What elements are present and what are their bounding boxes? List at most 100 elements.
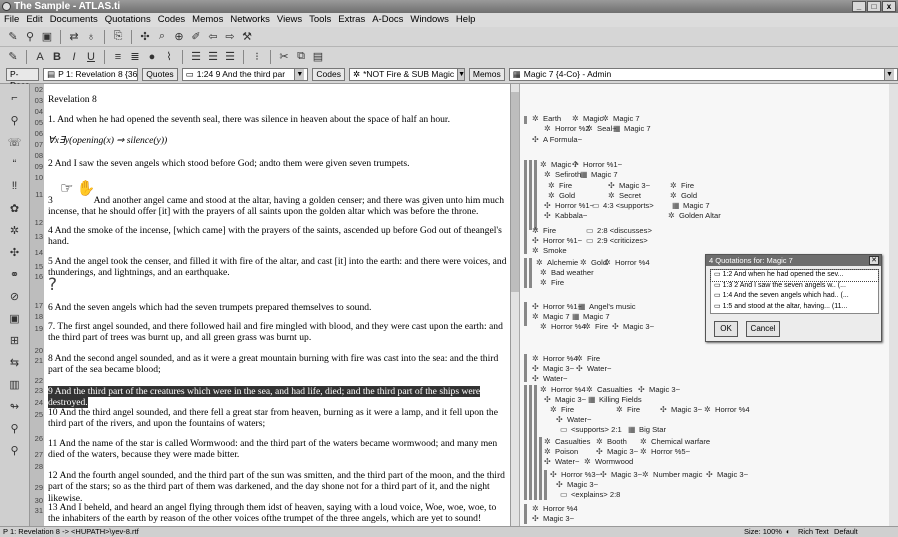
quotation-item[interactable]: ▭ 1:4 And the seven angels which had.. (…	[711, 291, 878, 302]
code-casualties[interactable]: ✲ Casualties	[586, 385, 632, 394]
code-bad-weather[interactable]: ✲ Bad weather	[540, 268, 594, 277]
minimize-button[interactable]: _	[852, 1, 866, 12]
assign-icon[interactable]: ⇄	[67, 30, 81, 44]
code-horror-4[interactable]: ✲ Horror %4	[604, 258, 650, 267]
link-supports-b[interactable]: ▭ <supports> 2:1	[560, 425, 622, 434]
cancel-button[interactable]: Cancel	[746, 321, 780, 337]
quotes-button[interactable]: Quotes	[142, 68, 178, 81]
zoom-icon[interactable]: ◐	[786, 527, 791, 537]
verse-6[interactable]: 6 And the seven angels which had the sev…	[48, 302, 510, 313]
code-chemical-warfare[interactable]: ✲ Chemical warfare	[640, 437, 710, 446]
code-magic-7c[interactable]: ✲ Magic 7	[532, 312, 570, 321]
paste-icon[interactable]: ▤	[311, 50, 325, 64]
outdent-icon[interactable]: ≣	[128, 50, 142, 64]
align-center-icon[interactable]: ☰	[206, 50, 220, 64]
code-horror-4d[interactable]: ✲ Horror %4	[540, 385, 586, 394]
quotation-item[interactable]: ▭ 1:3 2 And I saw the seven angels w.. (…	[711, 281, 878, 292]
menu-memos[interactable]: Memos	[192, 13, 223, 27]
code-water-d[interactable]: ✣ Water~	[544, 457, 579, 466]
code-water[interactable]: ✣ Water~	[576, 364, 611, 373]
document-scrollbar[interactable]	[510, 84, 519, 526]
code-alchemie[interactable]: ✲ Alchemie	[536, 258, 578, 267]
code-horror-1d[interactable]: ✣ Horror %1~	[532, 302, 582, 311]
import-icon[interactable]: ⎘	[111, 30, 125, 44]
scroll-thumb[interactable]	[511, 92, 519, 292]
link-explains[interactable]: ▭ <explains> 2:8	[560, 490, 620, 499]
cut-icon[interactable]: ✂	[277, 50, 291, 64]
memo-angels-music[interactable]: ▦ Angel's music	[578, 302, 636, 311]
memo-killing-fields[interactable]: ▦ Killing Fields	[588, 395, 642, 404]
code-booth[interactable]: ✲ Booth	[596, 437, 627, 446]
code-dropdown[interactable]: ✲ *NOT Fire & SUB Magic ▼	[348, 68, 465, 81]
open-icon[interactable]: ⚲	[23, 30, 37, 44]
link-icon[interactable]: ⚭	[7, 266, 23, 282]
verse-7[interactable]: 7. The first angel sounded, and there fo…	[48, 321, 510, 344]
verse-1[interactable]: 1. And when he had opened the seventh se…	[48, 114, 510, 125]
verse-11[interactable]: 11 And the name of the star is called Wo…	[48, 438, 510, 461]
globe-icon[interactable]: ⊕	[172, 30, 186, 44]
code-horror-1b[interactable]: ✣ Horror %1~	[544, 201, 594, 210]
code-horror-4e[interactable]: ✲ Horror %4	[704, 405, 750, 414]
quotation-item[interactable]: ▭ 1:5 and stood at the altar, having... …	[711, 302, 878, 313]
comment-icon[interactable]: ☏	[7, 134, 23, 150]
code-secret[interactable]: ✲ Secret	[608, 191, 641, 200]
code-magic-3b[interactable]: ✣ Magic 3~	[612, 322, 654, 331]
italic-icon[interactable]: I	[67, 50, 81, 64]
code-fire[interactable]: ✲ Fire	[548, 181, 572, 190]
verse-12[interactable]: 12 And the fourth angel sounded, and the…	[48, 470, 510, 504]
auto-code-icon[interactable]: ✣	[7, 244, 23, 260]
magnify-small-icon[interactable]: ⚲	[7, 442, 23, 458]
font-icon[interactable]: A	[33, 50, 47, 64]
memos-button[interactable]: Memos	[468, 68, 505, 81]
dialog-close-button[interactable]: ✕	[869, 256, 879, 265]
verse-4[interactable]: 4 And the smoke of the incense, [which c…	[48, 225, 510, 248]
brush-icon[interactable]: ⌇	[162, 50, 176, 64]
code-fire-d[interactable]: ✲ Fire	[540, 278, 564, 287]
code-number-magic[interactable]: ✲ Number magic	[642, 470, 702, 479]
code-wormwood[interactable]: ✲ Wormwood	[584, 457, 633, 466]
code-horror[interactable]: ✲ Horror %2	[544, 124, 590, 133]
copy-icon[interactable]: ⧉	[294, 50, 308, 64]
quote-dropdown[interactable]: ▭ 1:24 9 And the third par ▼	[181, 68, 309, 81]
menu-extras[interactable]: Extras	[338, 13, 365, 27]
code-fire-f[interactable]: ✲ Fire	[576, 354, 600, 363]
menu-a-docs[interactable]: A-Docs	[372, 13, 403, 27]
memo-magic-7[interactable]: ▦ Magic 7	[613, 124, 651, 133]
query-icon[interactable]: ⌕	[155, 30, 169, 44]
menu-windows[interactable]: Windows	[410, 13, 449, 27]
arrow-icon[interactable]: ↬	[7, 398, 23, 414]
code-horror-5[interactable]: ✲ Horror %5~	[640, 447, 690, 456]
code-magic-3g[interactable]: ✣ Magic 3~	[596, 447, 638, 456]
edit-pencil-icon[interactable]: ✎	[6, 50, 20, 64]
quotation-item[interactable]: ▭ 1:2 And when he had opened the sev...	[710, 269, 879, 282]
verse-10[interactable]: 10 And the third angel sounded, and ther…	[48, 407, 510, 430]
code-magic-3e[interactable]: ✣ Magic 3~	[544, 395, 586, 404]
code-golden-altar[interactable]: ✲ Golden Altar	[668, 211, 721, 220]
codes-button[interactable]: Codes	[312, 68, 345, 81]
code-horror-4c[interactable]: ✲ Horror %4	[532, 354, 578, 363]
code-gold[interactable]: ✲ Gold	[548, 191, 575, 200]
memo-magic-7d[interactable]: ▦ Magic 7	[572, 312, 610, 321]
code-fire-e[interactable]: ✲ Fire	[584, 322, 608, 331]
document-pane[interactable]: Revelation 8 1. And when he had opened t…	[44, 84, 510, 526]
new-project-icon[interactable]: ✎	[6, 30, 20, 44]
link-criticizes[interactable]: ▭ 2:9 <criticizes>	[586, 236, 648, 245]
bold-icon[interactable]: B	[50, 50, 64, 64]
ok-button[interactable]: OK	[714, 321, 738, 337]
memo-dropdown[interactable]: ▦ Magic 7 {4-Co} - Admin ▼	[508, 68, 898, 81]
pdoc-dropdown[interactable]: ▤ P 1: Revelation 8 {36}~ ▼	[43, 68, 139, 81]
code-horror-4b[interactable]: ✲ Horror %4	[540, 322, 586, 331]
quote-mark-icon[interactable]: “	[7, 156, 23, 172]
align-left-icon[interactable]: ☰	[189, 50, 203, 64]
indent-icon[interactable]: ≡	[111, 50, 125, 64]
code-horror-1[interactable]: ✣ Horror %1~	[572, 160, 622, 169]
save-icon[interactable]: ▣	[40, 30, 54, 44]
margin-icon[interactable]: ⌐	[7, 90, 23, 106]
code-horror-1c[interactable]: ✣ Horror %1~	[532, 236, 582, 245]
code-magic-3k[interactable]: ✣ Magic 3~	[532, 514, 574, 523]
color-icon[interactable]: ●	[145, 50, 159, 64]
close-button[interactable]: x	[882, 1, 896, 12]
magnify-icon[interactable]: ⚲	[7, 420, 23, 436]
code-fire-b[interactable]: ✲ Fire	[670, 181, 694, 190]
code-horror-4f[interactable]: ✲ Horror %4	[532, 504, 578, 513]
